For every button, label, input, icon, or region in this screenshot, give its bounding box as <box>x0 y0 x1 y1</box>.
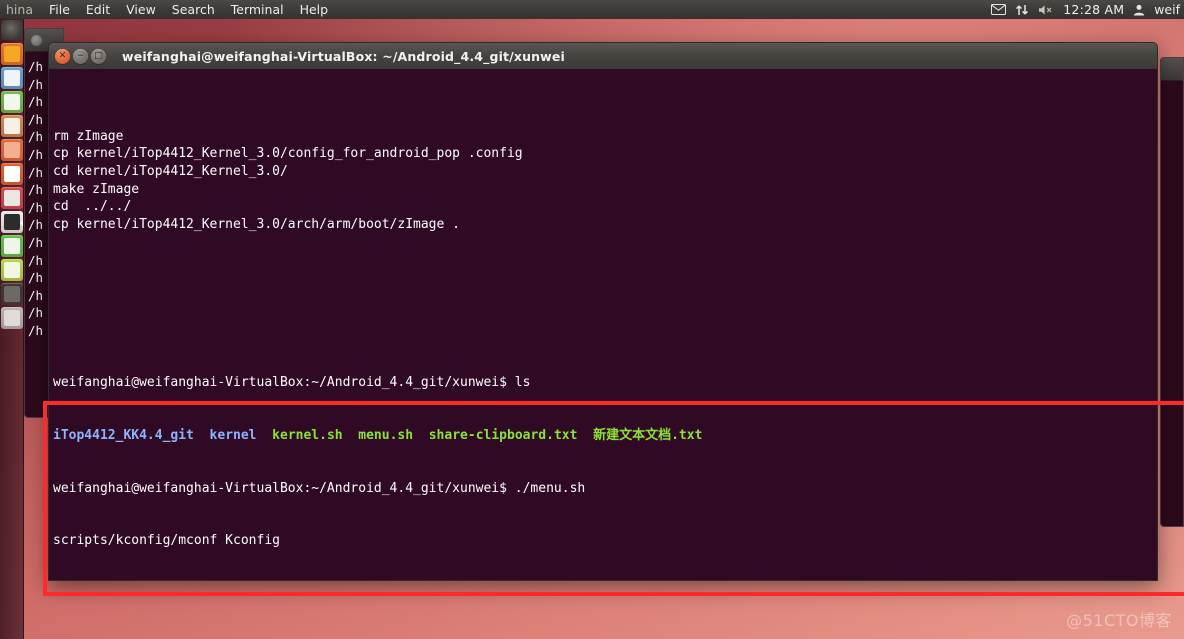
menu-item-help[interactable]: Help <box>292 0 337 19</box>
ls-entry: 新建文本文档.txt <box>593 428 702 443</box>
menu-item-view[interactable]: View <box>118 0 164 19</box>
unity-launcher[interactable] <box>0 19 24 639</box>
maximize-icon[interactable]: □ <box>91 49 106 64</box>
command-menu-sh: ./menu.sh <box>507 481 585 496</box>
virtualbox-icon[interactable] <box>1 235 23 257</box>
ubuntu-software-center-icon-glyph <box>4 142 20 158</box>
terminal-blank-line <box>53 286 1153 304</box>
network-up-down-icon[interactable] <box>1015 4 1029 16</box>
terminal-command-line: cd ../../ <box>53 198 1153 216</box>
files-icon-glyph <box>4 286 20 302</box>
ls-entry: menu.sh <box>358 428 413 443</box>
trash-icon-glyph <box>4 310 20 326</box>
panel-user-name[interactable]: weif <box>1154 2 1180 17</box>
text-editor-icon[interactable] <box>1 259 23 281</box>
libreoffice-impress-icon-glyph <box>4 118 20 134</box>
prompt-text-1: weifanghai@weifanghai-VirtualBox:~/Andro… <box>53 375 507 390</box>
terminal-command-line: rm zImage <box>53 128 1153 146</box>
terminal-output-area[interactable]: rm zImagecp kernel/iTop4412_Kernel_3.0/c… <box>48 69 1158 581</box>
panel-clock[interactable]: 12:28 AM <box>1063 2 1124 17</box>
libreoffice-calc-icon[interactable] <box>1 91 23 113</box>
ls-entry: kernel <box>210 428 257 443</box>
terminal-scrollback-top: rm zImagecp kernel/iTop4412_Kernel_3.0/c… <box>53 128 1153 234</box>
terminal-prompt-line-menu: weifanghai@weifanghai-VirtualBox:~/Andro… <box>53 480 1153 498</box>
ls-gap <box>413 428 429 443</box>
libreoffice-calc-icon-glyph <box>4 94 20 110</box>
libreoffice-writer-icon-glyph <box>4 70 20 86</box>
terminal-title-text: weifanghai@weifanghai-VirtualBox: ~/Andr… <box>122 49 565 64</box>
background-window-titlebar-right[interactable] <box>1161 58 1183 81</box>
ls-gap <box>257 428 273 443</box>
system-settings-icon-glyph <box>4 190 20 206</box>
background-window-button[interactable] <box>31 35 42 46</box>
prompt-text-2: weifanghai@weifanghai-VirtualBox:~/Andro… <box>53 481 507 496</box>
terminal-command-line: cd kernel/iTop4412_Kernel_3.0/ <box>53 163 1153 181</box>
ubuntu-one-icon[interactable] <box>1 163 23 185</box>
panel-indicator-area[interactable]: 12:28 AM weif <box>991 2 1184 17</box>
terminal-ls-output-xunwei-1: iTop4412_KK4.4_git kernel kernel.sh menu… <box>53 427 1153 445</box>
command-ls-1: ls <box>507 375 530 390</box>
terminal-prompt-line-ls: weifanghai@weifanghai-VirtualBox:~/Andro… <box>53 374 1153 392</box>
terminal-mconf-line: scripts/kconfig/mconf Kconfig <box>53 532 1153 550</box>
volume-muted-icon[interactable] <box>1038 4 1054 16</box>
ubuntu-dash-icon[interactable] <box>1 20 23 40</box>
panel-menu-bar[interactable]: hina File Edit View Search Terminal Help <box>0 0 336 19</box>
ls-entry: iTop4412_KK4.4_git <box>53 428 194 443</box>
terminal-window[interactable]: ✕ − □ weifanghai@weifanghai-VirtualBox: … <box>48 42 1158 581</box>
terminal-command-line: cp kernel/iTop4412_Kernel_3.0/config_for… <box>53 145 1153 163</box>
watermark-text: @51CTO博客 <box>1066 607 1172 631</box>
ubuntu-one-icon-glyph <box>4 166 20 182</box>
trash-icon[interactable] <box>1 307 23 329</box>
menu-item-terminal[interactable]: Terminal <box>223 0 292 19</box>
user-avatar-icon[interactable] <box>1133 4 1145 16</box>
menu-item-file[interactable]: File <box>41 0 78 19</box>
virtualbox-icon-glyph <box>4 238 20 254</box>
menu-item-search[interactable]: Search <box>164 0 223 19</box>
terminal-command-line: cp kernel/iTop4412_Kernel_3.0/arch/arm/b… <box>53 216 1153 234</box>
terminal-command-line: make zImage <box>53 181 1153 199</box>
ls-gap <box>343 428 359 443</box>
background-terminal-window-right[interactable] <box>1160 57 1184 527</box>
text-editor-icon-glyph <box>4 262 20 278</box>
envelope-icon[interactable] <box>991 4 1006 15</box>
libreoffice-writer-icon[interactable] <box>1 67 23 89</box>
system-settings-icon[interactable] <box>1 187 23 209</box>
minimize-icon[interactable]: − <box>73 49 88 64</box>
ls-gap <box>577 428 593 443</box>
panel-app-name: hina <box>0 0 41 19</box>
ls-entry: kernel.sh <box>272 428 342 443</box>
terminal-icon-glyph <box>4 214 20 230</box>
top-panel[interactable]: hina File Edit View Search Terminal Help… <box>0 0 1184 19</box>
terminal-title-bar[interactable]: ✕ − □ weifanghai@weifanghai-VirtualBox: … <box>48 42 1158 69</box>
ls-entry: share-clipboard.txt <box>429 428 578 443</box>
libreoffice-impress-icon[interactable] <box>1 115 23 137</box>
files-icon[interactable] <box>1 283 23 305</box>
menu-item-edit[interactable]: Edit <box>78 0 118 19</box>
close-icon[interactable]: ✕ <box>55 49 70 64</box>
ls-gap <box>194 428 210 443</box>
firefox-icon-glyph <box>4 46 20 62</box>
ubuntu-software-center-icon[interactable] <box>1 139 23 161</box>
firefox-icon[interactable] <box>1 43 23 65</box>
terminal-icon[interactable] <box>1 211 23 233</box>
